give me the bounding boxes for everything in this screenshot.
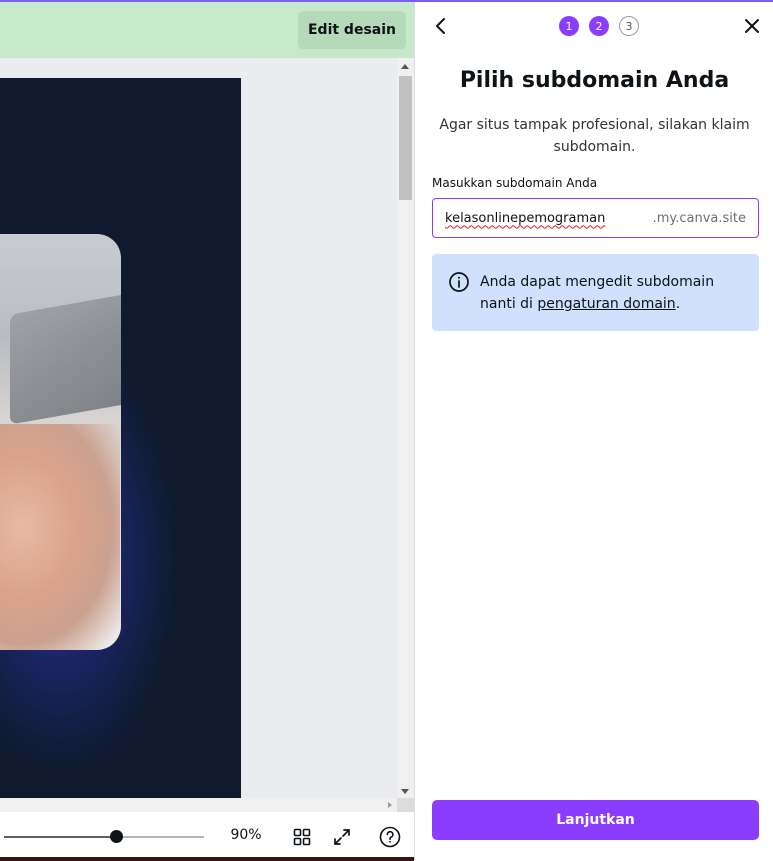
scroll-down-arrow[interactable]: [401, 789, 409, 794]
step-2: 2: [589, 16, 609, 36]
design-photo[interactable]: [0, 234, 121, 650]
subdomain-input-value[interactable]: kelasonlinepemograman: [445, 211, 653, 226]
continue-button[interactable]: Lanjutkan: [432, 800, 759, 840]
design-canvas[interactable]: [0, 78, 241, 800]
zoom-level[interactable]: 90%: [222, 827, 270, 843]
zoom-slider-fill: [4, 836, 116, 838]
grid-view-icon[interactable]: [290, 825, 314, 849]
scrollbar-corner: [397, 798, 414, 812]
panel-title: Pilih subdomain Anda: [459, 68, 730, 93]
subdomain-input[interactable]: kelasonlinepemograman .my.canva.site: [432, 198, 759, 238]
vertical-scroll-thumb[interactable]: [399, 76, 412, 200]
fullscreen-icon[interactable]: [330, 825, 354, 849]
info-text-end: .: [675, 296, 681, 312]
subdomain-panel: 1 2 3 Pilih subdomain Anda Agar situs ta…: [414, 2, 773, 861]
info-message: Anda dapat mengedit subdomain nanti di p…: [480, 271, 750, 315]
vertical-scrollbar[interactable]: [397, 58, 414, 800]
domain-settings-link[interactable]: pengaturan domain: [537, 296, 675, 312]
step-1: 1: [559, 16, 579, 36]
step-indicator: 1 2 3: [559, 16, 639, 36]
help-icon[interactable]: [378, 825, 402, 849]
scroll-up-arrow[interactable]: [401, 64, 409, 69]
zoom-slider-handle[interactable]: [109, 830, 123, 843]
photo-laptop: [10, 293, 121, 425]
domain-suffix: .my.canva.site: [652, 210, 746, 226]
info-callout: Anda dapat mengedit subdomain nanti di p…: [432, 254, 759, 331]
close-icon[interactable]: [742, 16, 762, 36]
editor-bottom-bar: 90%: [0, 812, 414, 861]
window-bottom-edge: [0, 857, 414, 861]
horizontal-scrollbar[interactable]: [0, 798, 397, 812]
photo-hand: [0, 424, 120, 650]
panel-subtitle: Agar situs tampak profesional, silakan k…: [439, 117, 750, 155]
subdomain-field-label: Masukkan subdomain Anda: [432, 176, 598, 190]
edit-design-button[interactable]: Edit desain: [298, 11, 406, 49]
back-arrow-icon[interactable]: [431, 16, 451, 36]
zoom-slider[interactable]: [4, 836, 204, 838]
edit-banner: Edit desain: [0, 2, 414, 58]
step-3: 3: [619, 16, 639, 36]
info-icon: [448, 271, 470, 293]
design-editor: Edit desain 90%: [0, 2, 414, 861]
scroll-right-arrow[interactable]: [388, 802, 392, 808]
